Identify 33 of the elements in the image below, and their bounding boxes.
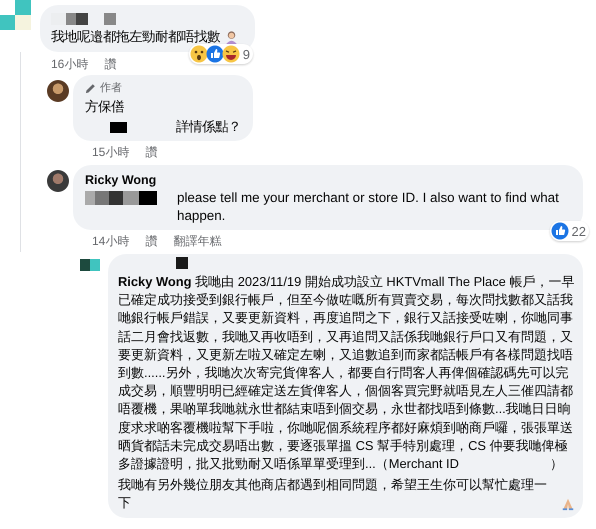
author-name[interactable]: 方保僐 [85, 99, 241, 115]
redacted-name [51, 13, 116, 25]
pencil-icon [85, 82, 96, 94]
reaction-count: 9 [242, 46, 250, 62]
avatar-mosaic [80, 259, 100, 271]
redacted-text [110, 122, 127, 132]
avatar[interactable] [47, 80, 69, 102]
laughing-face-icon [222, 45, 240, 63]
comment-time[interactable]: 16小時 [51, 57, 88, 71]
avatar[interactable] [47, 170, 69, 192]
action-link[interactable]: 讚 [145, 145, 158, 159]
comment-text: 我地呢邉都拖左勁耐都唔找數 [51, 29, 220, 45]
redacted-text [85, 191, 157, 205]
person-icon [224, 29, 239, 45]
comment-text: 詳情係點？ [176, 119, 241, 135]
reaction-badge[interactable]: 9 [188, 44, 253, 64]
reaction-count: 22 [572, 224, 586, 238]
action-link[interactable]: 翻譯年糕 [173, 234, 222, 248]
avatar-mosaic [0, 0, 31, 30]
comment-text: Ricky Wong 我哋由 2023/11/19 開始成功設立 HKTVmall The Place 帳戶，一早已確定成功接受到銀行帳戶，但至今做咗嘅所有買賣交易，每次問找數都又話我哋銀行帳戶錯誤，又要更新資料，再度追問之下，銀行又話接受咗喇，你哋同事話二月會找返數，我哋又再收唔到，又再追問又話係我哋銀行戶口又有問題，又要更新資料，又更新左啦又確定左喇，又追數追到而家都話帳戶有各樣問題找唔到數......另外，我哋次次寄完貨俾客人，都要自行問客人再俾個確認碼先可以完成交易，順豐明明已經確定送左貨俾客人，個個客買完野就唔見左人三催四請都唔覆機，果啲單我哋就永世都結束唔到個交易，永世都找唔到條數...我哋日日晌度求求啲客覆機啦幫下手啦，你哋呢個系統程序都好麻煩到啲商戶囉，張張單送晒貨都話未完成交易唔出數，要逐張單搵 CS 幫手特別處理，CS 仲要我哋俾極多證據證明，批又批勁耐又唔係單單受理到...（Merchant ID ） [118, 273, 575, 474]
author-name[interactable]: Ricky Wong [85, 173, 571, 188]
action-link[interactable]: 讚 [145, 234, 158, 248]
wow-face-icon [190, 45, 208, 63]
comment-text: 我哋有另外幾位朋友其他商店都遇到相同問題，希望王生你可以幫忙處理一下 [118, 476, 548, 512]
author-label: 作者 [100, 81, 122, 96]
thumbs-up-icon [206, 45, 224, 63]
praying-hands-icon [561, 496, 575, 511]
reaction-badge[interactable]: 22 [550, 221, 589, 241]
thumbs-up-icon [550, 222, 569, 240]
redacted-name [176, 257, 188, 269]
comment-time[interactable]: 15小時 [92, 145, 130, 159]
comment-time[interactable]: 14小時 [92, 234, 130, 248]
action-link[interactable]: 讚 [104, 57, 116, 71]
